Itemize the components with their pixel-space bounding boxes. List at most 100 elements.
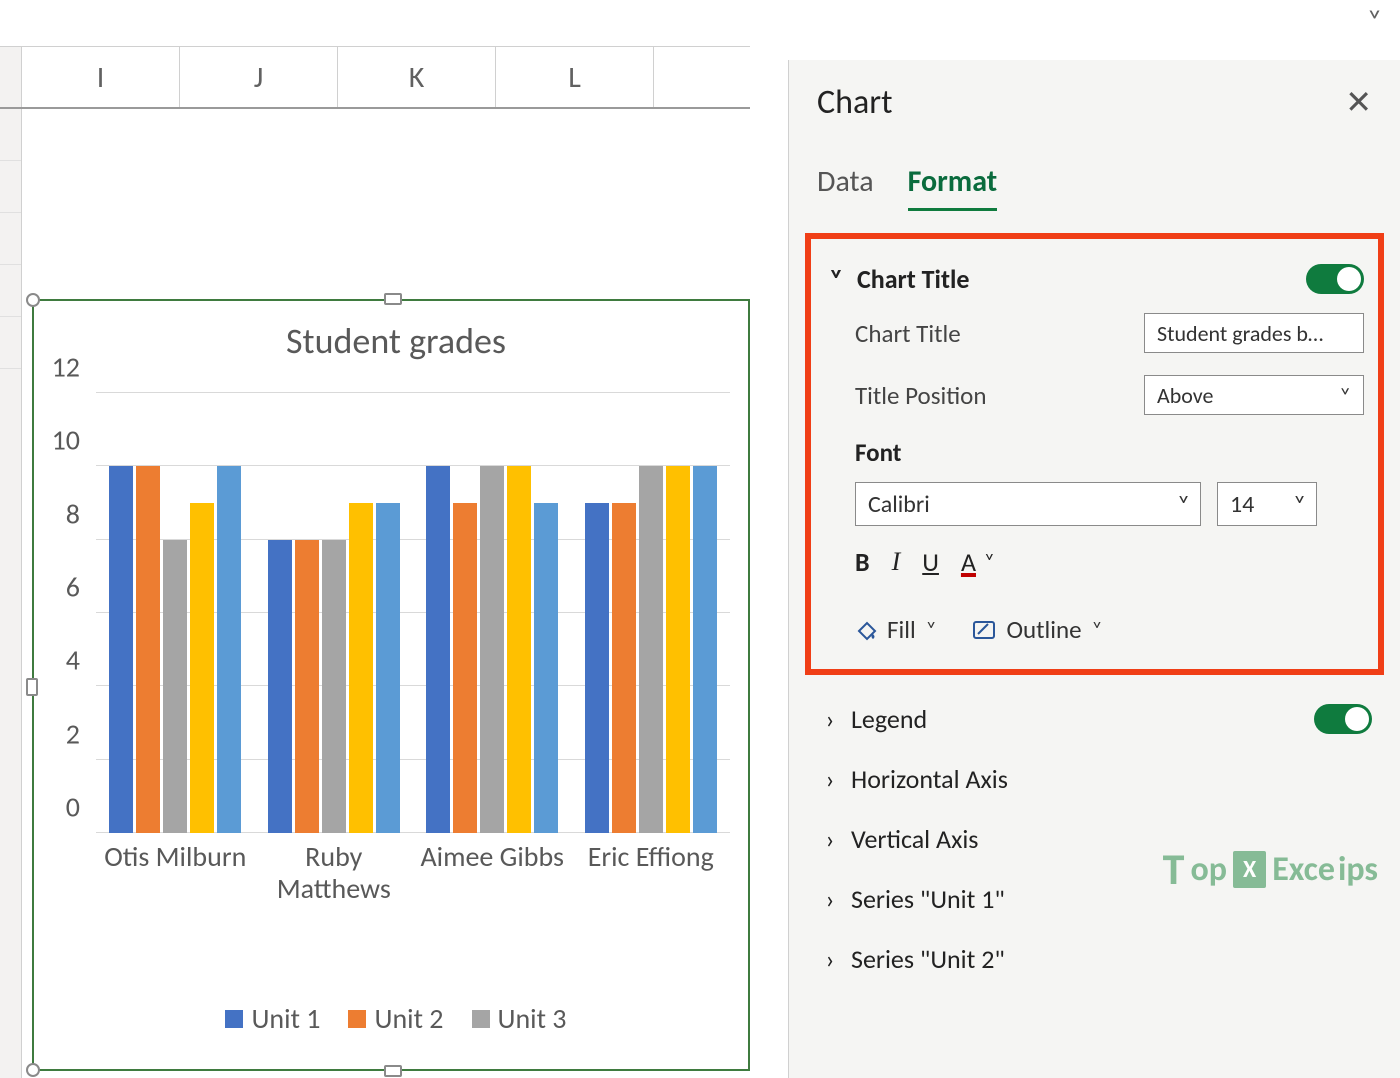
section-chart-title[interactable]: Chart Title <box>857 263 969 295</box>
x-tick-label: Ruby Matthews <box>255 841 414 921</box>
select-all-corner[interactable] <box>0 47 22 107</box>
chevron-right-icon[interactable]: › <box>819 703 841 735</box>
chevron-right-icon[interactable]: › <box>819 763 841 795</box>
embedded-chart[interactable]: Student grades 024681012 Otis MilburnRub… <box>32 299 750 1071</box>
y-tick-label: 2 <box>66 716 80 751</box>
legend-toggle[interactable] <box>1314 704 1372 734</box>
resize-handle-top-left[interactable] <box>26 293 40 307</box>
chart-legend[interactable]: Unit 1 Unit 2 Unit 3 <box>62 1001 730 1036</box>
chevron-down-icon: ˅ <box>1177 490 1190 519</box>
tab-format[interactable]: Format <box>908 163 998 211</box>
legend-item[interactable]: Unit 3 <box>472 1001 567 1036</box>
legend-label: Unit 1 <box>251 1001 320 1036</box>
bar[interactable] <box>639 466 663 833</box>
bar[interactable] <box>109 466 133 833</box>
chart-title-text[interactable]: Student grades <box>62 319 730 363</box>
chart-format-pane: Chart ✕ Data Format ˅ Chart Title Chart … <box>788 60 1400 1078</box>
bar[interactable] <box>693 466 717 833</box>
chevron-right-icon[interactable]: › <box>819 823 841 855</box>
column-header-J[interactable]: J <box>180 47 338 107</box>
fill-dropdown[interactable]: Fill ˅ <box>855 614 936 645</box>
row-header[interactable] <box>0 161 21 213</box>
bar-group[interactable] <box>572 393 731 833</box>
resize-handle-bottom-middle[interactable] <box>384 1065 402 1077</box>
close-icon[interactable]: ✕ <box>1345 83 1372 122</box>
font-size-select[interactable]: 14 ˅ <box>1217 482 1317 526</box>
bar[interactable] <box>612 503 636 833</box>
x-tick-label: Aimee Gibbs <box>413 841 572 921</box>
tab-data[interactable]: Data <box>817 163 874 211</box>
chevron-down-icon[interactable]: ˅ <box>825 263 847 295</box>
spreadsheet-grid[interactable]: I J K L Student grades 024681012 Otis Mi… <box>0 46 750 1078</box>
bar[interactable] <box>426 466 450 833</box>
legend-swatch <box>348 1010 366 1028</box>
section-series-unit2[interactable]: Series "Unit 2" <box>851 943 1005 975</box>
legend-swatch <box>472 1010 490 1028</box>
section-horizontal-axis[interactable]: Horizontal Axis <box>851 763 1008 795</box>
chevron-down-icon[interactable]: ˅ <box>984 550 995 574</box>
legend-item[interactable]: Unit 1 <box>225 1001 320 1036</box>
chart-title-input[interactable]: Student grades b… <box>1144 313 1364 353</box>
bar[interactable] <box>163 540 187 833</box>
column-header-K[interactable]: K <box>338 47 496 107</box>
bar[interactable] <box>480 466 504 833</box>
chart-title-toggle[interactable] <box>1306 264 1364 294</box>
bar[interactable] <box>136 466 160 833</box>
bar[interactable] <box>217 466 241 833</box>
legend-item[interactable]: Unit 2 <box>348 1001 443 1036</box>
column-header-L[interactable]: L <box>496 47 654 107</box>
bar[interactable] <box>190 503 214 833</box>
title-position-select[interactable]: Above ˅ <box>1144 375 1364 415</box>
x-axis[interactable]: Otis MilburnRuby MatthewsAimee GibbsEric… <box>96 841 730 921</box>
font-family-select[interactable]: Calibri ˅ <box>855 482 1201 526</box>
section-vertical-axis[interactable]: Vertical Axis <box>851 823 978 855</box>
bar[interactable] <box>268 540 292 833</box>
bar[interactable] <box>507 466 531 833</box>
y-axis[interactable]: 024681012 <box>48 393 88 833</box>
chevron-right-icon[interactable]: › <box>819 943 841 975</box>
bar[interactable] <box>349 503 373 833</box>
resize-handle-top-middle[interactable] <box>384 293 402 305</box>
bar[interactable] <box>534 503 558 833</box>
bar-groups[interactable] <box>96 393 730 833</box>
chevron-down-icon: ˅ <box>1092 618 1103 642</box>
bar-group[interactable] <box>413 393 572 833</box>
bar[interactable] <box>322 540 346 833</box>
y-tick-label: 6 <box>66 570 80 605</box>
section-legend[interactable]: Legend <box>851 703 927 735</box>
bar[interactable] <box>585 503 609 833</box>
pen-outline-icon <box>972 619 996 641</box>
legend-swatch <box>225 1010 243 1028</box>
italic-button[interactable]: I <box>892 547 901 577</box>
bar[interactable] <box>295 540 319 833</box>
bar[interactable] <box>453 503 477 833</box>
chevron-down-icon: ˅ <box>1293 490 1306 519</box>
resize-handle-middle-left[interactable] <box>26 678 38 696</box>
column-header-I[interactable]: I <box>22 47 180 107</box>
row-header[interactable] <box>0 265 21 317</box>
y-tick-label: 10 <box>52 423 80 458</box>
section-series-unit1[interactable]: Series "Unit 1" <box>851 883 1005 915</box>
bar[interactable] <box>376 503 400 833</box>
title-position-label: Title Position <box>855 380 986 411</box>
y-tick-label: 8 <box>66 496 80 531</box>
row-header[interactable] <box>0 109 21 161</box>
paint-bucket-icon <box>855 619 877 641</box>
bar[interactable] <box>666 466 690 833</box>
y-tick-label: 0 <box>66 790 80 825</box>
bar-group[interactable] <box>96 393 255 833</box>
legend-label: Unit 2 <box>374 1001 443 1036</box>
underline-button[interactable]: U <box>922 546 939 578</box>
resize-handle-bottom-left[interactable] <box>26 1063 40 1077</box>
ribbon-collapse-button[interactable]: ˅ <box>1367 2 1382 37</box>
outline-dropdown[interactable]: Outline ˅ <box>972 614 1102 645</box>
bold-button[interactable]: B <box>855 546 870 578</box>
chevron-right-icon[interactable]: › <box>819 883 841 915</box>
font-color-button[interactable]: A <box>961 546 976 578</box>
row-header[interactable] <box>0 317 21 369</box>
panel-tabs: Data Format <box>817 163 1372 211</box>
bar-group[interactable] <box>255 393 414 833</box>
plot-area[interactable]: 024681012 Otis MilburnRuby MatthewsAimee… <box>80 393 730 873</box>
row-headers <box>0 109 22 1078</box>
row-header[interactable] <box>0 213 21 265</box>
